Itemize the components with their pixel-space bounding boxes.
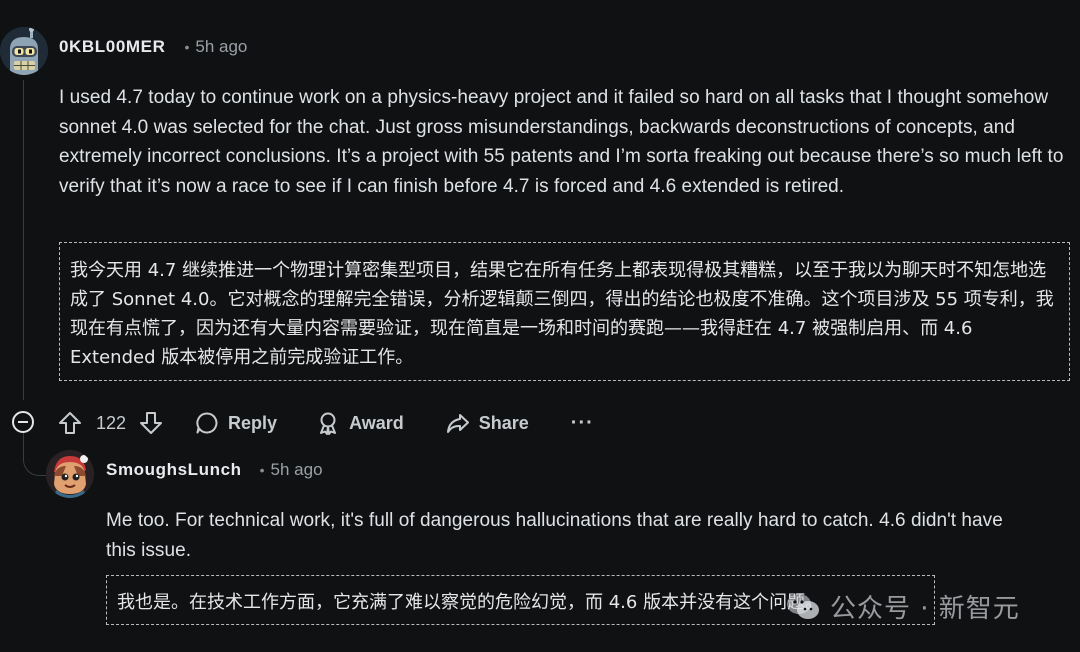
share-icon xyxy=(446,414,469,433)
vote-count: 122 xyxy=(96,412,127,433)
avatar[interactable] xyxy=(0,27,48,75)
comment-author[interactable]: 0KBL00MER xyxy=(59,37,165,57)
award-label: Award xyxy=(349,412,404,433)
upvote-button[interactable] xyxy=(57,410,83,436)
comment-timestamp[interactable]: 5h ago xyxy=(195,37,247,57)
reply-header: SmoughsLunch • 5h ago xyxy=(106,460,323,480)
thread-branch-line xyxy=(23,430,48,476)
reply-button[interactable]: Reply xyxy=(195,411,277,435)
robot-avatar-icon xyxy=(0,27,48,75)
collapse-thread-button[interactable] xyxy=(12,411,34,433)
upvote-icon xyxy=(59,412,81,434)
share-button[interactable]: Share xyxy=(446,411,529,435)
reply-translation: 我也是。在技术工作方面，它充满了难以察觉的危险幻觉，而 4.6 版本并没有这个问… xyxy=(106,575,935,625)
separator-dot: • xyxy=(184,39,190,55)
comment-body: I used 4.7 today to continue work on a p… xyxy=(59,87,1064,197)
reply-label: Reply xyxy=(228,412,278,433)
cartoon-character-avatar-icon xyxy=(46,450,94,498)
award-icon xyxy=(320,412,337,435)
comment-translation: 我今天用 4.7 继续推进一个物理计算密集型项目，结果它在所有任务上都表现得极其… xyxy=(59,242,1070,381)
avatar[interactable] xyxy=(46,450,94,498)
award-button[interactable]: Award xyxy=(316,411,404,435)
reply-timestamp[interactable]: 5h ago xyxy=(271,460,323,480)
downvote-icon xyxy=(140,412,163,434)
chat-bubble-icon xyxy=(196,412,218,434)
reply-body: Me too. For technical work, it's full of… xyxy=(106,510,1003,561)
comment-header: 0KBL00MER • 5h ago xyxy=(59,37,247,57)
comment-thread: 0KBL00MER • 5h ago I used 4.7 today to c… xyxy=(0,0,1080,652)
comment-action-bar: 122 Reply Award Share ··· xyxy=(57,405,594,441)
separator-dot: • xyxy=(259,462,265,478)
downvote-button[interactable] xyxy=(138,410,164,436)
share-label: Share xyxy=(478,412,529,433)
more-options-button[interactable]: ··· xyxy=(571,412,594,435)
thread-line[interactable] xyxy=(23,80,24,400)
reply-author[interactable]: SmoughsLunch xyxy=(106,460,242,480)
